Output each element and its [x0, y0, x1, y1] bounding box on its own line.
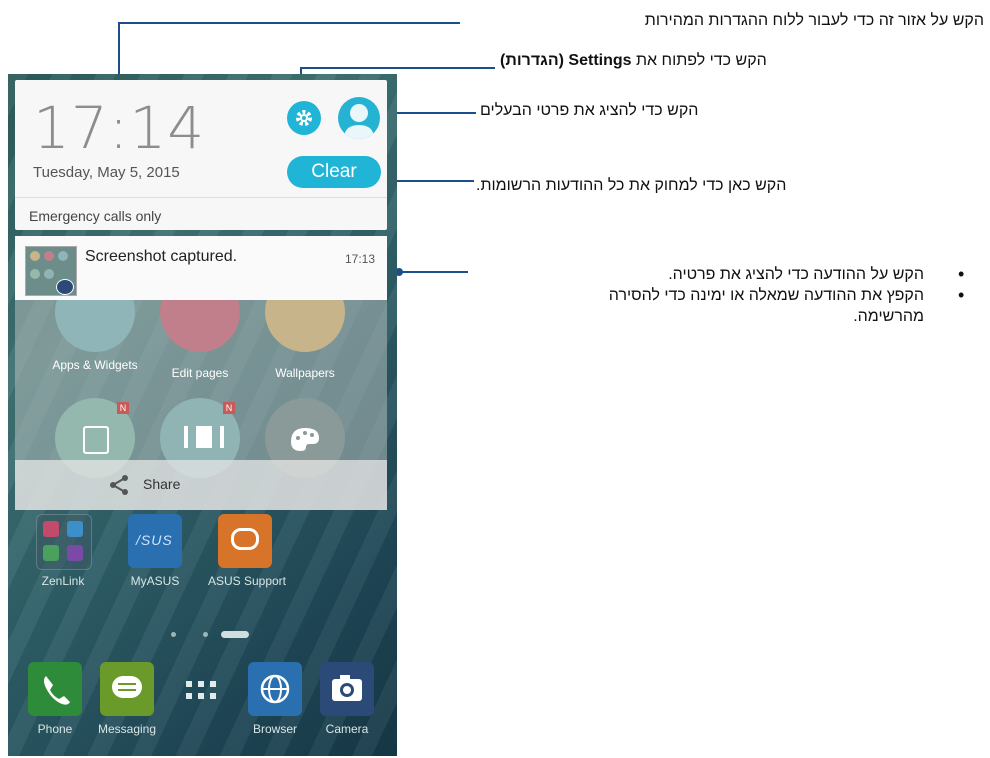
myasus-label: MyASUS — [130, 574, 180, 588]
user-icon — [344, 104, 374, 139]
phone-app-icon[interactable] — [28, 662, 82, 716]
app-drawer-icon[interactable] — [184, 679, 220, 703]
callout-line-quick-settings — [118, 22, 460, 24]
clock: 17:14 — [33, 94, 206, 162]
status-text: Emergency calls only — [29, 208, 162, 224]
bullet-1: • — [958, 264, 965, 284]
clear-button[interactable]: Clear — [287, 156, 381, 188]
messaging-app-label: Messaging — [97, 722, 157, 736]
share-label: Share — [143, 476, 181, 492]
callout-quick-settings: הקש על אזור זה כדי לעבור ללוח ההגדרות המ… — [644, 12, 984, 29]
callout-settings: הקש כדי לפתוח את Settings (הגדרות) — [500, 52, 767, 70]
callout-notif-3: מהרשימה. — [853, 308, 924, 325]
myasus-icon[interactable]: /SUS — [128, 514, 182, 568]
messaging-app-icon[interactable] — [100, 662, 154, 716]
callout-owner: הקש כדי להציג את פרטי הבעלים — [480, 102, 699, 119]
callout-line-notif — [398, 271, 468, 273]
share-sheet: Apps & Widgets Edit pages Wallpapers N N… — [15, 272, 387, 510]
notification-title: Screenshot captured. — [85, 248, 238, 265]
notification-card[interactable]: Screenshot captured. 17:13 — [15, 236, 387, 300]
share-icon — [110, 475, 128, 495]
browser-app-icon[interactable] — [248, 662, 302, 716]
zenlink-folder-icon[interactable] — [36, 514, 92, 570]
callout-settings-bold: Settings (הגדרות) — [500, 52, 632, 69]
screenshot-thumbnail — [25, 246, 77, 296]
camera-app-label: Camera — [325, 722, 369, 736]
notification-time: 17:13 — [344, 252, 375, 266]
callout-settings-prefix: הקש כדי לפתוח את — [631, 52, 767, 69]
callout-notif-2: הקפץ את ההודעה שמאלה או ימינה כדי להסירה — [608, 287, 924, 304]
new-badge-1: N — [117, 402, 129, 414]
date: Tuesday, May 5, 2015 — [33, 164, 180, 181]
apps-widgets-label: Apps & Widgets — [52, 358, 138, 372]
gear-icon — [296, 110, 312, 126]
bullet-2: • — [958, 285, 965, 305]
camera-app-icon[interactable] — [320, 662, 374, 716]
wallpapers-label: Wallpapers — [275, 366, 335, 380]
share-bar[interactable]: Share — [15, 460, 387, 510]
callout-notif-1: הקש על ההודעה כדי להציג את פרטיה. — [668, 266, 924, 283]
callout-line-settings — [300, 67, 495, 69]
panel-divider — [15, 197, 387, 198]
callout-clear: הקש כאן כדי למחוק את כל ההודעות הרשומות. — [476, 177, 787, 194]
asus-support-icon[interactable] — [218, 514, 272, 568]
zenlink-label: ZenLink — [41, 574, 85, 588]
phone-screen: ZenLink /SUS MyASUS ASUS Support Phone M… — [8, 74, 397, 756]
settings-button[interactable] — [287, 101, 321, 135]
new-badge-2: N — [223, 402, 235, 414]
asus-support-label: ASUS Support — [207, 574, 287, 588]
owner-avatar[interactable] — [338, 97, 380, 139]
edit-pages-label: Edit pages — [171, 366, 229, 380]
gallery-badge-icon — [56, 279, 74, 295]
quick-settings-panel[interactable]: 17:14 Tuesday, May 5, 2015 Clear Emergen… — [15, 80, 387, 230]
